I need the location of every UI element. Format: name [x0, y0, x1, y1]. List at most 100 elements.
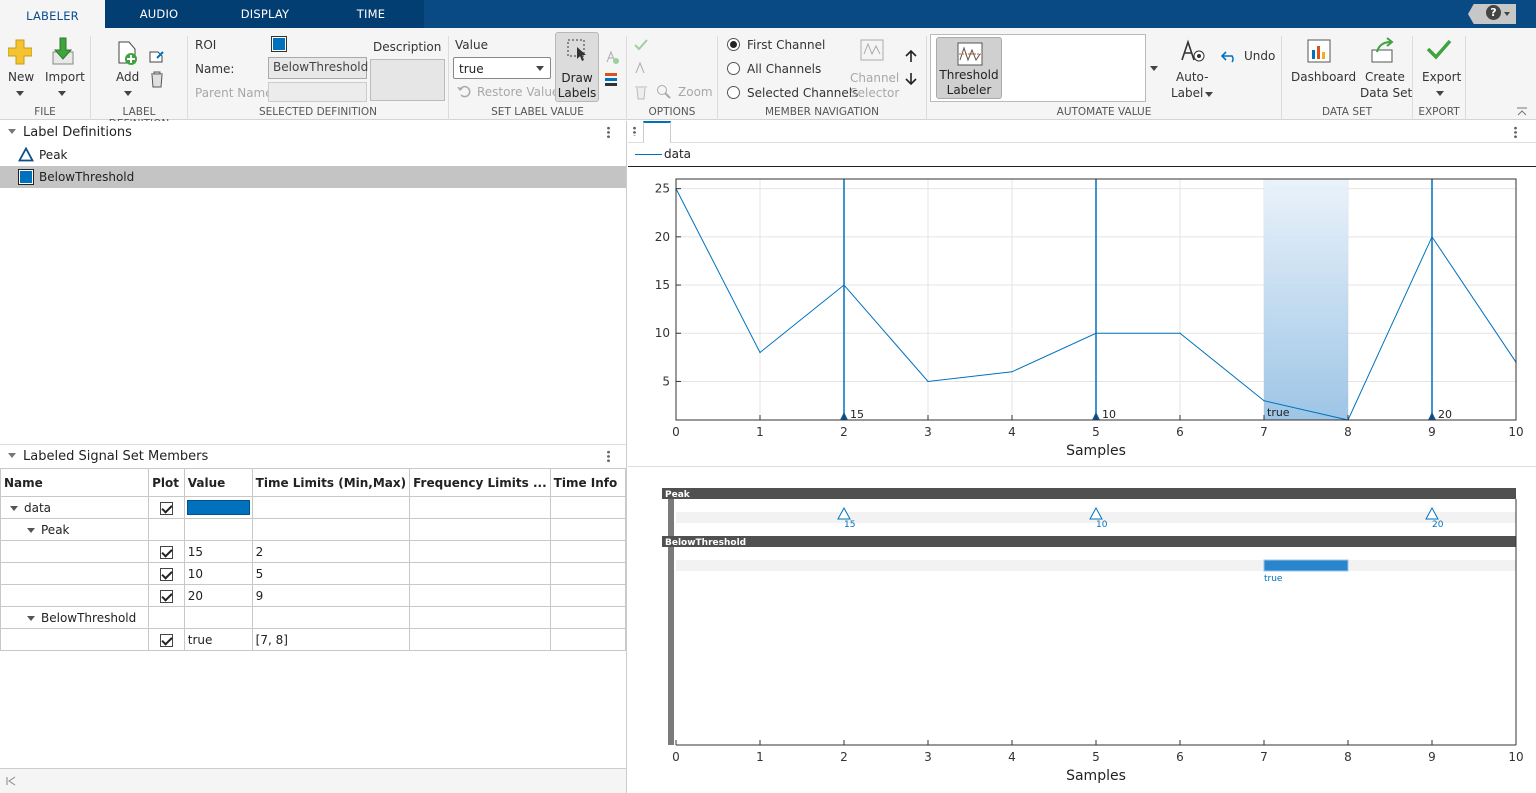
time-limits[interactable]: 9	[251, 584, 411, 607]
table-row[interactable]: data	[0, 496, 627, 519]
tick-label-x: 10	[1508, 425, 1523, 439]
all-channels-label[interactable]: All Channels	[747, 62, 821, 76]
tab-time[interactable]: TIME	[318, 0, 424, 28]
create-data-set-icon[interactable]	[1369, 36, 1397, 64]
kebab-menu-icon[interactable]	[1514, 126, 1517, 139]
new-button[interactable]: New	[8, 70, 34, 84]
label-value[interactable]: 10	[183, 562, 253, 585]
roi-bar	[1263, 559, 1349, 572]
gallery-expand-icon[interactable]	[1150, 66, 1158, 71]
export-icon[interactable]	[1426, 38, 1452, 60]
all-channels-radio[interactable]	[727, 62, 740, 75]
dashboard-icon[interactable]	[1306, 38, 1332, 64]
expand-icon[interactable]	[10, 505, 18, 511]
kebab-menu-icon[interactable]	[607, 126, 610, 139]
legend-entry[interactable]: data	[664, 147, 691, 161]
delete-icon[interactable]	[149, 71, 165, 88]
panel-title: Label Definitions	[23, 125, 132, 140]
auto-label-text-2[interactable]: Label	[1171, 86, 1203, 100]
value-dropdown[interactable]: true	[453, 57, 551, 79]
threshold-labeler-button[interactable]: Threshold Labeler	[936, 37, 1002, 99]
time-limits[interactable]: [7, 8]	[251, 628, 411, 651]
chevron-down-icon[interactable]	[1205, 92, 1213, 97]
kebab-menu-icon[interactable]	[607, 450, 610, 463]
chevron-down-icon[interactable]	[58, 91, 66, 96]
create-data-set-text-2[interactable]: Data Set	[1360, 86, 1412, 100]
dashboard-button[interactable]: Dashboard	[1291, 70, 1356, 84]
display-tab[interactable]	[643, 121, 671, 143]
label-value[interactable]: 15	[183, 540, 253, 563]
undo-icon[interactable]	[1221, 49, 1239, 63]
table-row[interactable]: 20 9	[0, 584, 627, 607]
export-button[interactable]: Export	[1422, 70, 1461, 84]
label-value[interactable]: true	[183, 628, 253, 651]
signal-plot[interactable]: true15 10 205101520250 1 2 3 4 5 6 7 8 9 10Samples	[628, 167, 1536, 467]
time-limits[interactable]: 5	[251, 562, 411, 585]
table-row[interactable]: BelowThreshold	[0, 606, 627, 629]
column-header[interactable]: Name	[0, 468, 150, 497]
column-header[interactable]: Time Info	[549, 468, 627, 497]
collapse-icon[interactable]	[8, 129, 16, 134]
table-row[interactable]: true [7, 8]	[0, 628, 627, 651]
chevron-down-icon[interactable]	[124, 91, 132, 96]
import-button[interactable]: Import	[45, 70, 85, 84]
legend: data	[628, 144, 1536, 167]
selected-channels-radio[interactable]	[727, 86, 740, 99]
help-button[interactable]: ?	[1468, 4, 1516, 24]
first-channel-label[interactable]: First Channel	[747, 38, 825, 52]
label-timeline[interactable]: Peak 15 10 20 BelowThreshold true 0 1 2 3 4 5 6 7 8 9 10…	[628, 481, 1536, 793]
add-button[interactable]: Add	[116, 70, 139, 84]
tab-labeler[interactable]: LABELER	[0, 0, 105, 28]
label-definition-item-belowthreshold[interactable]: BelowThreshold	[0, 166, 626, 188]
horizontal-scrollbar[interactable]	[0, 768, 626, 793]
expand-icon[interactable]	[27, 527, 35, 533]
chevron-down-icon[interactable]	[16, 91, 24, 96]
plot-checkbox[interactable]	[159, 589, 173, 603]
table-row[interactable]: Peak	[0, 518, 627, 541]
line-color-swatch[interactable]	[186, 500, 250, 515]
tab-audio[interactable]: AUDIO	[106, 0, 212, 28]
color-by-icon[interactable]	[604, 72, 620, 88]
help-icon: ?	[1486, 5, 1501, 20]
selected-channels-label[interactable]: Selected Channels	[747, 86, 858, 100]
collapse-icon[interactable]	[8, 453, 16, 458]
import-icon[interactable]	[50, 36, 76, 66]
create-data-set-text-1[interactable]: Create	[1365, 70, 1405, 84]
plot-checkbox[interactable]	[159, 545, 173, 559]
name-field[interactable]: BelowThreshold	[268, 57, 368, 79]
plot-checkbox[interactable]	[159, 501, 173, 515]
table-row[interactable]: 15 2	[0, 540, 627, 563]
tick-label-x: 8	[1344, 425, 1352, 439]
scroll-left-icon[interactable]	[6, 776, 16, 786]
column-header[interactable]: Plot	[148, 468, 185, 497]
label-definitions-header[interactable]: Label Definitions	[0, 121, 626, 143]
arrow-up-icon[interactable]	[904, 49, 918, 63]
column-header[interactable]: Value	[183, 468, 253, 497]
label-value[interactable]: 20	[183, 584, 253, 607]
table-row[interactable]: 10 5	[0, 562, 627, 585]
plot-checkbox[interactable]	[159, 633, 173, 647]
add-label-icon[interactable]	[113, 38, 141, 68]
edit-definition-icon[interactable]	[148, 48, 166, 64]
new-icon[interactable]	[8, 38, 32, 66]
expand-icon[interactable]	[27, 615, 35, 621]
label-definition-item-peak[interactable]: Peak	[0, 144, 626, 166]
collapse-toolstrip-icon[interactable]	[1516, 106, 1528, 116]
draw-labels-button[interactable]: Draw Labels	[555, 32, 599, 102]
auto-label-icon[interactable]	[1179, 38, 1207, 64]
auto-label-text-1[interactable]: Auto-	[1176, 70, 1208, 84]
first-channel-radio[interactable]	[727, 38, 740, 51]
arrow-down-icon[interactable]	[904, 72, 918, 86]
column-header[interactable]: Frequency Limits ...	[409, 468, 551, 497]
kebab-menu-icon[interactable]	[633, 126, 636, 136]
chevron-down-icon[interactable]	[1436, 91, 1444, 96]
column-header[interactable]: Time Limits (Min,Max)	[251, 468, 411, 497]
plot-checkbox[interactable]	[159, 567, 173, 581]
members-header[interactable]: Labeled Signal Set Members	[0, 445, 626, 467]
description-field[interactable]	[370, 59, 445, 101]
time-limits[interactable]: 2	[251, 540, 411, 563]
roi-color-icon[interactable]	[271, 36, 287, 52]
undo-button[interactable]: Undo	[1244, 49, 1275, 63]
tab-display[interactable]: DISPLAY	[212, 0, 318, 28]
roi-label: ROI	[195, 38, 217, 52]
